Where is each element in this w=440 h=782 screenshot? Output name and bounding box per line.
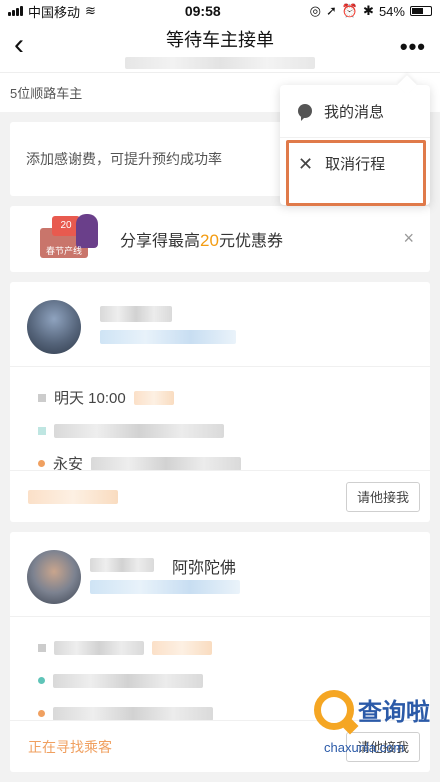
request-pickup-button[interactable]: 请他接我 — [346, 481, 420, 512]
signal-icon — [8, 6, 23, 16]
origin-icon — [38, 677, 45, 684]
avatar[interactable] — [27, 300, 81, 354]
page-title: 等待车主接单 — [166, 29, 274, 50]
status-left: 中国移动 ≋ — [8, 2, 96, 21]
watermark-text: 查询啦 — [358, 698, 430, 726]
clock-icon — [38, 643, 46, 652]
search-logo-icon — [314, 690, 354, 730]
menu-item-messages[interactable]: 我的消息 — [280, 85, 430, 137]
clock-icon — [38, 393, 46, 402]
driver-name-blurred — [100, 306, 172, 322]
blurred-text — [54, 423, 224, 438]
tip-text: 添加感谢费，可提升预约成功率 — [26, 151, 222, 167]
back-icon[interactable]: ‹ — [14, 30, 24, 60]
promo-text-before: 分享得最高 — [120, 233, 201, 250]
status-right: ◎ ➚ ⏰ ✱ 54% — [310, 3, 432, 19]
blurred-text — [91, 456, 242, 471]
destination-icon — [38, 710, 45, 717]
coupon-icon: 20 春节产线 — [34, 214, 102, 264]
destination-icon — [38, 460, 45, 467]
drivers-count-text: 5位顺路车主 — [10, 86, 83, 101]
trip-time-line: 明天 10:00 — [38, 381, 430, 414]
blurred-text — [152, 640, 212, 655]
location-icon: ◎ — [309, 3, 321, 18]
driver-name-blurred — [90, 558, 154, 572]
menu-item-label: 我的消息 — [324, 103, 385, 121]
coupon-label: 春节产线 — [46, 246, 83, 256]
battery-icon — [409, 6, 432, 16]
close-icon: ✕ — [298, 153, 314, 174]
message-icon — [298, 104, 312, 121]
promo-text-after: 元优惠券 — [218, 233, 283, 250]
promo-text: 分享得最高20元优惠券 — [120, 227, 283, 251]
blurred-text — [53, 673, 203, 688]
blurred-text — [53, 706, 213, 721]
driver-foot: 请他接我 — [10, 470, 430, 522]
driver-head: 阿弥陀佛 — [10, 532, 430, 617]
watermark: 查询啦 chaxunla.com — [310, 690, 430, 764]
close-icon[interactable]: × — [403, 228, 414, 249]
trip-origin-line — [38, 414, 430, 447]
avatar[interactable] — [27, 550, 81, 604]
more-menu-popup: 我的消息 ✕ 取消行程 — [280, 75, 430, 205]
driver-status: 正在寻找乘客 — [28, 738, 112, 755]
blurred-text — [133, 390, 174, 405]
menu-item-label: 取消行程 — [325, 156, 386, 173]
watermark-url: chaxunla.com — [324, 740, 405, 755]
trip-lines: 明天 10:00 永安 — [10, 367, 430, 480]
trip-time-line — [38, 631, 430, 664]
status-blurred — [28, 489, 118, 504]
driver-info-blurred — [100, 330, 236, 344]
menu-item-cancel-trip[interactable]: ✕ 取消行程 — [280, 137, 430, 189]
alarm-icon: ⏰ — [341, 3, 359, 18]
bluetooth-icon: ✱ — [363, 3, 374, 18]
driver-info-blurred — [90, 580, 240, 594]
driver-card[interactable]: 明天 10:00 永安 请他接我 — [10, 282, 430, 522]
battery-label: 54% — [378, 3, 405, 19]
driver-head — [10, 282, 430, 367]
wifi-icon: ≋ — [85, 3, 96, 18]
origin-icon — [38, 426, 46, 435]
trip-time: 明天 10:00 — [54, 390, 126, 407]
nav-title-wrap: 等待车主接单 — [125, 26, 315, 69]
status-time: 09:58 — [184, 3, 221, 19]
nav-bar: ‹ 等待车主接单 ••• — [0, 22, 440, 72]
promo-highlight: 20 — [200, 231, 219, 250]
blurred-text — [54, 640, 144, 655]
driver-name: 阿弥陀佛 — [172, 560, 237, 577]
arrow-icon: ➚ — [325, 3, 337, 18]
more-icon[interactable]: ••• — [400, 34, 426, 60]
nav-subtitle-blurred — [125, 56, 315, 69]
promo-card[interactable]: 20 春节产线 分享得最高20元优惠券 × — [10, 206, 430, 272]
carrier-label: 中国移动 — [28, 4, 81, 20]
status-bar: 中国移动 ≋ 09:58 ◎ ➚ ⏰ ✱ 54% — [0, 0, 440, 22]
